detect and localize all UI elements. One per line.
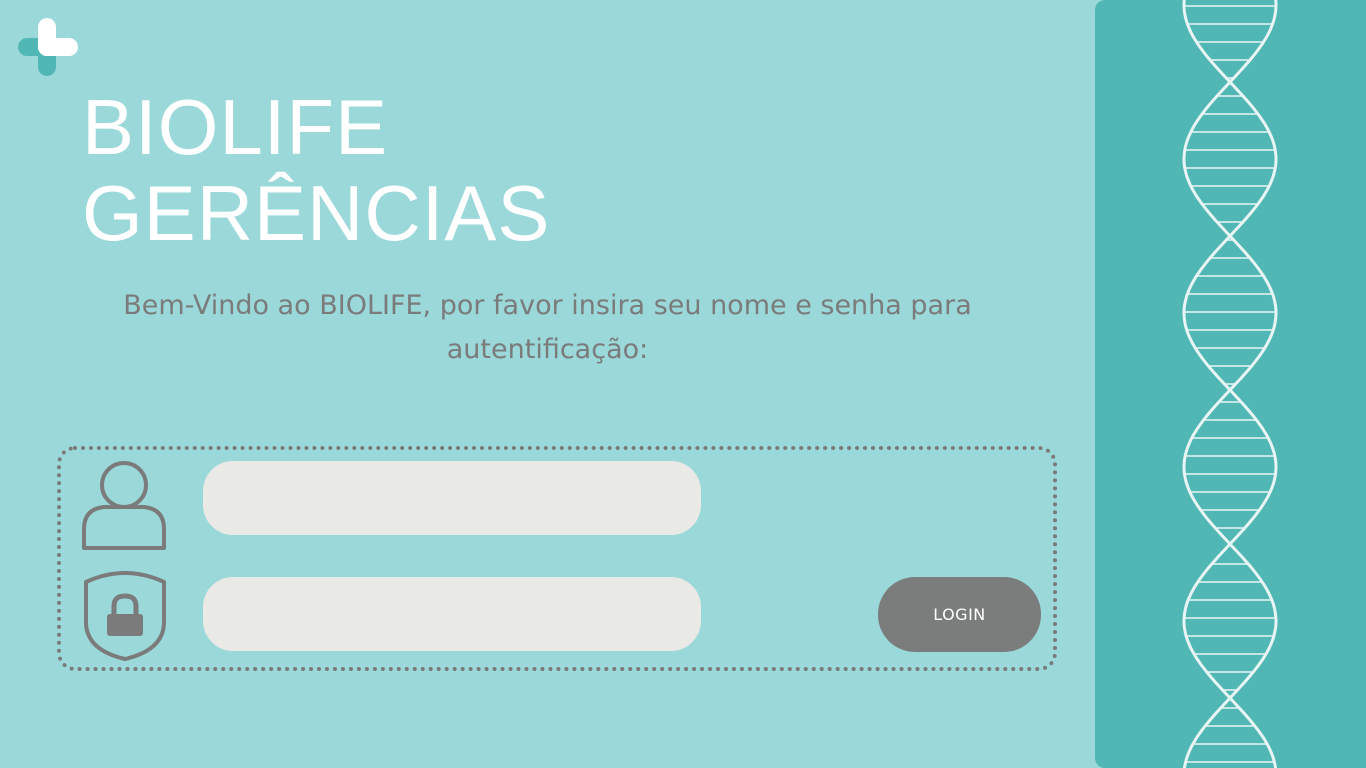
username-field[interactable] [203,461,701,535]
login-page: BIOLIFE GERÊNCIAS Bem-Vindo ao BIOLIFE, … [0,0,1366,768]
user-icon [82,461,166,550]
shield-lock-icon [84,571,166,661]
side-panel [1095,0,1366,768]
page-title: BIOLIFE GERÊNCIAS [82,84,550,256]
plus-cross-icon [18,18,78,76]
brand-line-2: GERÊNCIAS [82,169,551,257]
login-button[interactable]: LOGIN [878,577,1041,652]
password-field[interactable] [203,577,701,651]
welcome-text: Bem-Vindo ao BIOLIFE, por favor insira s… [123,290,972,365]
dna-helix-icon [1182,0,1278,768]
brand-line-1: BIOLIFE [82,83,389,171]
